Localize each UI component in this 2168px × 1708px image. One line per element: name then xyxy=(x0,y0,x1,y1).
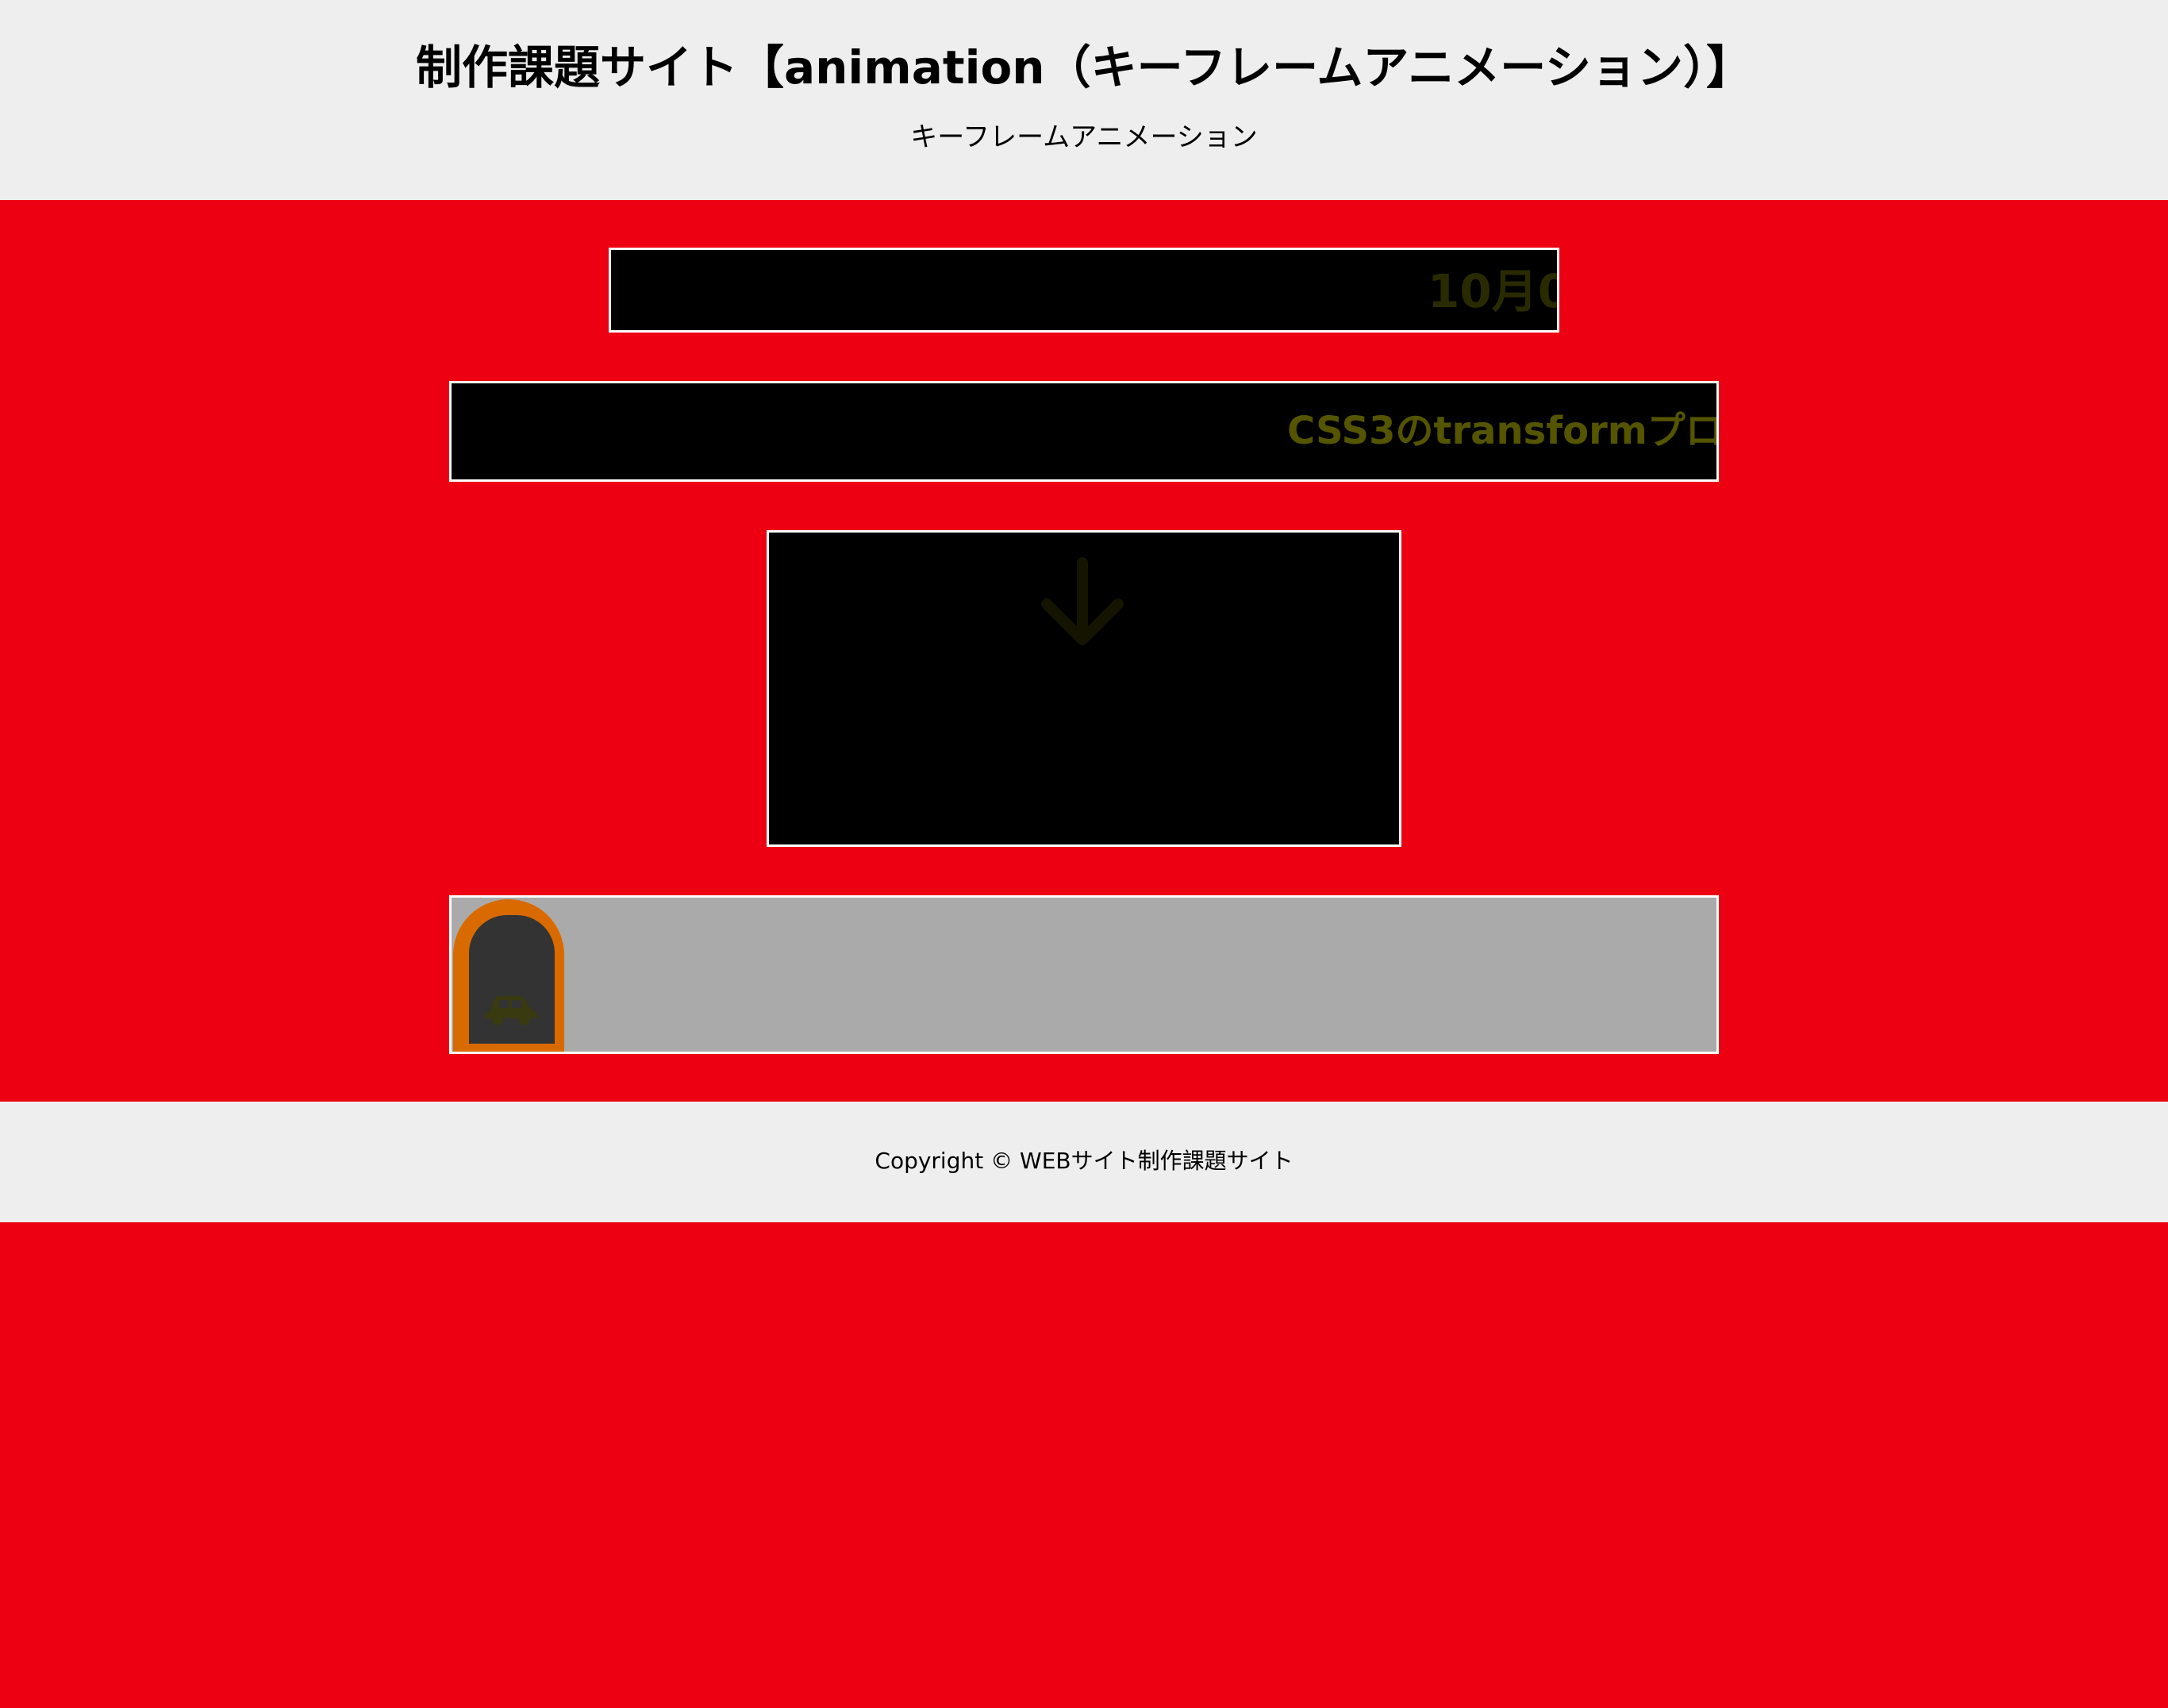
arrow-down-icon xyxy=(1041,557,1124,645)
tunnel-inner xyxy=(469,915,555,1044)
site-subtitle: キーフレームアニメーション xyxy=(910,121,1258,153)
copyright-text: Copyright © WEBサイト制作課題サイト xyxy=(875,1148,1293,1174)
car-icon xyxy=(485,996,537,1025)
marquee-text-transform: CSS3のtransformプロパ xyxy=(1287,409,1719,453)
site-title: 制作課題サイト【animation（キーフレームアニメーション）】 xyxy=(415,40,1753,94)
site-footer: Copyright © WEBサイト制作課題サイト xyxy=(0,1102,2168,1222)
car-track xyxy=(449,895,1719,1054)
arrow-animation-box xyxy=(767,530,1401,847)
site-header: 制作課題サイト【animation（キーフレームアニメーション）】 キーフレーム… xyxy=(0,0,2168,200)
marquee-text-date: 10月0 xyxy=(1428,264,1559,318)
marquee-box-date: 10月0 xyxy=(609,248,1559,333)
marquee-box-transform: CSS3のtransformプロパ xyxy=(449,381,1719,482)
tunnel-icon xyxy=(453,899,564,1052)
